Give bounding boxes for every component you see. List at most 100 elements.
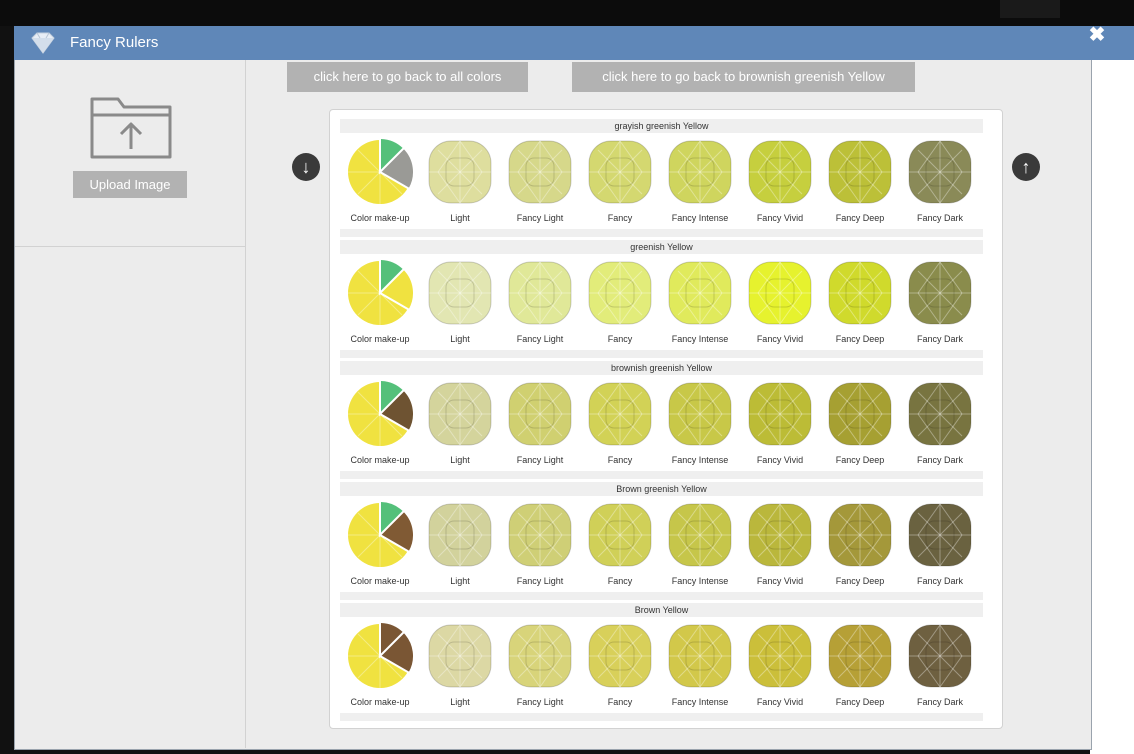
color-makeup-pie <box>348 380 414 446</box>
grade-swatch[interactable]: Fancy <box>580 133 660 229</box>
ruler-title: greenish Yellow <box>630 242 693 252</box>
diamond-swatch <box>588 503 652 567</box>
grade-swatch[interactable]: Fancy Light <box>500 375 580 471</box>
grade-swatch[interactable]: Light <box>420 375 500 471</box>
grade-swatch[interactable]: Fancy Light <box>500 254 580 350</box>
diamond-icon <box>31 32 55 54</box>
grade-label: Light <box>450 334 470 344</box>
diamond-swatch <box>428 503 492 567</box>
diamond-swatch <box>908 261 972 325</box>
ruler-strip: Color make-up Light Fancy Light Fancy Fancy … <box>340 133 983 229</box>
grade-swatch[interactable]: Fancy Vivid <box>740 617 820 713</box>
grade-label: Fancy Dark <box>916 697 963 707</box>
grade-swatch[interactable]: Fancy Deep <box>820 617 900 713</box>
color-ruler: Brown Yellow Color make-up Light Fancy Ligh… <box>340 603 983 721</box>
color-makeup-cell[interactable]: Color make-up <box>340 133 420 229</box>
diamond-swatch <box>668 503 732 567</box>
diamond-swatch <box>748 382 812 446</box>
grade-swatch[interactable]: Light <box>420 133 500 229</box>
grade-swatch[interactable]: Light <box>420 496 500 592</box>
grade-label: Color make-up <box>350 334 410 344</box>
back-to-family-button[interactable]: click here to go back to brownish greeni… <box>572 62 915 92</box>
grade-label: Fancy Deep <box>835 576 885 586</box>
grade-label: Fancy Vivid <box>756 576 804 586</box>
grade-swatch[interactable]: Light <box>420 254 500 350</box>
grade-label: Fancy Intense <box>671 697 729 707</box>
grade-swatch[interactable]: Fancy Dark <box>900 617 980 713</box>
grade-swatch[interactable]: Fancy Light <box>500 133 580 229</box>
color-makeup-cell[interactable]: Color make-up <box>340 617 420 713</box>
grade-swatch[interactable]: Fancy Intense <box>660 133 740 229</box>
grade-label: Fancy Dark <box>916 455 963 465</box>
grade-swatch[interactable]: Fancy Vivid <box>740 375 820 471</box>
grade-swatch[interactable]: Fancy Intense <box>660 375 740 471</box>
grade-label: Fancy Dark <box>916 576 963 586</box>
grade-swatch[interactable]: Fancy Vivid <box>740 496 820 592</box>
grade-label: Fancy Deep <box>835 213 885 223</box>
arrow-down-icon[interactable]: ↓ <box>292 153 320 181</box>
grade-label: Light <box>450 213 470 223</box>
diamond-swatch <box>828 624 892 688</box>
grade-label: Fancy Vivid <box>756 334 804 344</box>
grade-label: Color make-up <box>350 697 410 707</box>
color-ruler: greenish Yellow Color make-up Light Fancy L… <box>340 240 983 358</box>
grade-swatch[interactable]: Fancy Light <box>500 496 580 592</box>
color-makeup-cell[interactable]: Color make-up <box>340 254 420 350</box>
grade-label: Fancy Intense <box>671 455 729 465</box>
window-titlebar: Fancy Rulers <box>14 26 1134 60</box>
rulers-panel: grayish greenish Yellow Color make-up Ligh… <box>329 109 1003 729</box>
ruler-title: brownish greenish Yellow <box>610 363 713 373</box>
grade-swatch[interactable]: Fancy Vivid <box>740 133 820 229</box>
diamond-swatch <box>428 140 492 204</box>
grade-swatch[interactable]: Fancy Vivid <box>740 254 820 350</box>
diamond-swatch <box>668 261 732 325</box>
back-to-all-colors-button[interactable]: click here to go back to all colors <box>287 62 528 92</box>
diamond-swatch <box>588 261 652 325</box>
grade-swatch[interactable]: Fancy Dark <box>900 496 980 592</box>
grade-swatch[interactable]: Fancy <box>580 496 660 592</box>
grade-label: Light <box>450 455 470 465</box>
diamond-swatch <box>588 382 652 446</box>
ruler-strip: Color make-up Light Fancy Light Fancy Fancy … <box>340 617 983 713</box>
grade-swatch[interactable]: Fancy Intense <box>660 617 740 713</box>
color-ruler: grayish greenish Yellow Color make-up Ligh… <box>340 119 983 237</box>
color-makeup-pie <box>348 622 414 688</box>
grade-swatch[interactable]: Fancy Dark <box>900 254 980 350</box>
color-makeup-cell[interactable]: Color make-up <box>340 496 420 592</box>
grade-swatch[interactable]: Fancy <box>580 254 660 350</box>
grade-label: Color make-up <box>350 213 410 223</box>
diamond-swatch <box>748 261 812 325</box>
color-makeup-cell[interactable]: Color make-up <box>340 375 420 471</box>
diamond-swatch <box>428 624 492 688</box>
grade-swatch[interactable]: Light <box>420 617 500 713</box>
grade-swatch[interactable]: Fancy <box>580 617 660 713</box>
grade-swatch[interactable]: Fancy Deep <box>820 375 900 471</box>
ruler-strip: Color make-up Light Fancy Light Fancy Fancy … <box>340 254 983 350</box>
grade-swatch[interactable]: Fancy Dark <box>900 375 980 471</box>
close-icon[interactable]: ✖ <box>1086 24 1108 46</box>
grade-swatch[interactable]: Fancy Deep <box>820 133 900 229</box>
grade-label: Fancy Light <box>516 697 564 707</box>
folder-upload-icon[interactable] <box>88 93 174 161</box>
grade-label: Fancy Vivid <box>756 213 804 223</box>
grade-swatch[interactable]: Fancy Intense <box>660 254 740 350</box>
grade-swatch[interactable]: Fancy <box>580 375 660 471</box>
grade-swatch[interactable]: Fancy Intense <box>660 496 740 592</box>
ruler-title: Brown greenish Yellow <box>616 484 707 494</box>
diamond-swatch <box>508 624 572 688</box>
grade-label: Fancy Light <box>516 213 564 223</box>
grade-label: Fancy Vivid <box>756 697 804 707</box>
diamond-swatch <box>508 261 572 325</box>
diamond-swatch <box>828 140 892 204</box>
color-makeup-pie <box>348 138 414 204</box>
upload-image-button[interactable]: Upload Image <box>73 171 187 198</box>
grade-swatch[interactable]: Fancy Dark <box>900 133 980 229</box>
grade-swatch[interactable]: Fancy Deep <box>820 496 900 592</box>
diamond-swatch <box>668 624 732 688</box>
arrow-up-icon[interactable]: ↑ <box>1012 153 1040 181</box>
grade-swatch[interactable]: Fancy Light <box>500 617 580 713</box>
diamond-swatch <box>908 382 972 446</box>
diamond-swatch <box>828 382 892 446</box>
grade-swatch[interactable]: Fancy Deep <box>820 254 900 350</box>
diamond-swatch <box>508 382 572 446</box>
